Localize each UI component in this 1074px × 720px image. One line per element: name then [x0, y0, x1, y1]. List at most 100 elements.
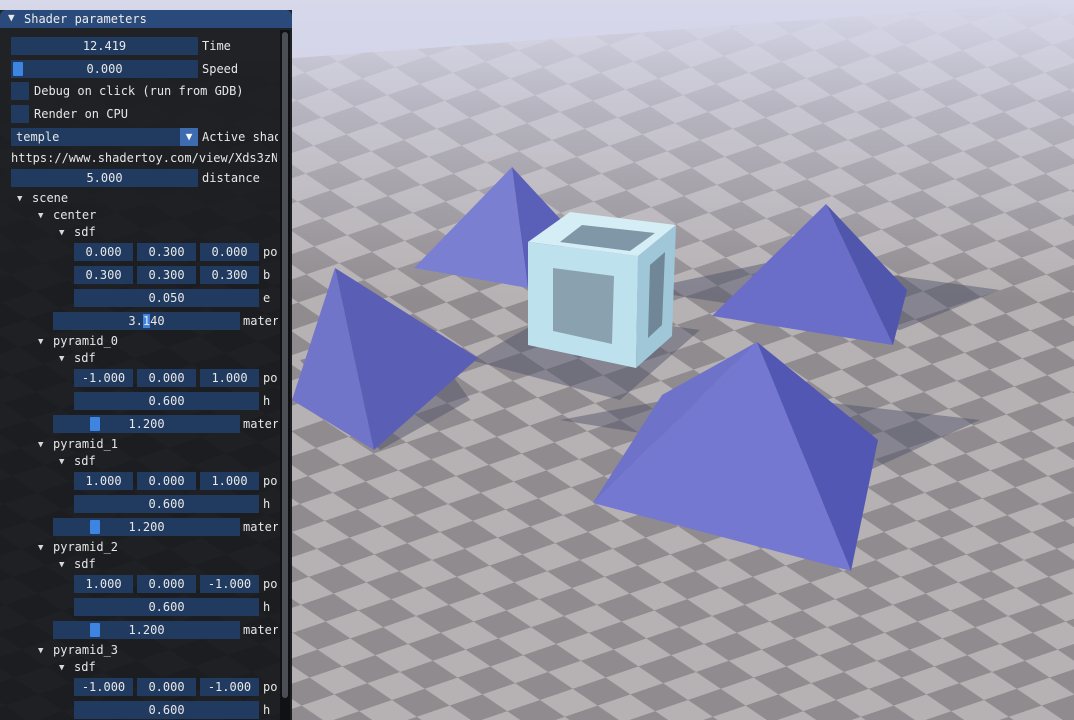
active-shader-label: Active shad [202, 130, 278, 144]
shadertoy-url: https://www.shadertoy.com/view/Xds3zN [11, 151, 277, 165]
tree-node-pyramid-3-sdf[interactable]: sdf [74, 658, 194, 676]
active-shader-value: temple [16, 130, 60, 144]
value-part: 40 [150, 314, 165, 328]
tree-node-scene[interactable]: scene [32, 189, 152, 207]
triangle-down-icon[interactable]: ▼ [59, 560, 64, 570]
value: 0.300 [148, 268, 185, 282]
tree-node-pyramid-0-sdf[interactable]: sdf [74, 349, 194, 367]
value: 0.000 [148, 371, 185, 385]
render-cpu-checkbox[interactable] [11, 105, 29, 123]
slider-grab[interactable] [89, 623, 100, 637]
speed-value: 0.000 [86, 62, 123, 76]
value: 1.200 [128, 520, 165, 534]
tree-node-pyramid-0[interactable]: pyramid_0 [53, 332, 173, 350]
time-value: 12.419 [82, 39, 127, 53]
triangle-down-icon[interactable]: ▼ [17, 194, 22, 204]
debug-label: Debug on click (run from GDB) [34, 84, 244, 98]
pyramid-1-h-field[interactable]: 0.600 [74, 495, 259, 513]
pyramid-1-pos-y[interactable]: 0.000 [137, 472, 196, 490]
center-material-input[interactable]: 3.140 [53, 312, 240, 330]
pyramid-0-pos-x[interactable]: -1.000 [74, 369, 133, 387]
dropdown-arrow-icon[interactable]: ▼ [180, 128, 198, 146]
triangle-down-icon[interactable]: ▼ [38, 543, 43, 553]
pyramid-1-h-label: h [263, 497, 271, 511]
slider-grab[interactable] [89, 417, 100, 431]
value: -1.000 [81, 680, 126, 694]
triangle-down-icon[interactable]: ▼ [59, 354, 64, 364]
value: -1.000 [207, 680, 252, 694]
tree-node-pyramid-1-sdf[interactable]: sdf [74, 452, 194, 470]
value: -1.000 [207, 577, 252, 591]
pyramid-2-h-label: h [263, 600, 271, 614]
value: 0.600 [148, 703, 185, 717]
pyramid-0-pos-y[interactable]: 0.000 [137, 369, 196, 387]
time-slider[interactable]: 12.419 [11, 37, 198, 55]
window-title: Shader parameters [24, 12, 147, 26]
distance-label: distance [202, 171, 260, 185]
center-pos-y[interactable]: 0.300 [137, 243, 196, 261]
value-part: 3. [128, 314, 143, 328]
triangle-down-icon[interactable]: ▼ [59, 663, 64, 673]
render-cpu-label: Render on CPU [34, 107, 128, 121]
triangle-down-icon[interactable]: ▼ [59, 228, 64, 238]
center-pos-x[interactable]: 0.000 [74, 243, 133, 261]
pyramid-3-pos-x[interactable]: -1.000 [74, 678, 133, 696]
center-material-label: mater [243, 314, 278, 328]
pyramid-1-pos-x[interactable]: 1.000 [74, 472, 133, 490]
value: 1.000 [85, 577, 122, 591]
scrollbar-thumb[interactable] [282, 32, 288, 698]
speed-slider-grab[interactable] [13, 62, 23, 76]
debug-checkbox[interactable] [11, 82, 29, 100]
pyramid-0-h-field[interactable]: 0.600 [74, 392, 259, 410]
triangle-down-icon[interactable]: ▼ [38, 440, 43, 450]
value: 0.000 [148, 680, 185, 694]
triangle-down-icon[interactable]: ▼ [38, 646, 43, 656]
window-titlebar[interactable]: ▼ Shader parameters [0, 10, 292, 28]
shader-parameters-window[interactable]: ▼ Shader parameters 12.419 Time 0.000 Sp… [0, 10, 292, 720]
center-b-y[interactable]: 0.300 [137, 266, 196, 284]
pyramid-3-h-field[interactable]: 0.600 [74, 701, 259, 719]
center-pos-z[interactable]: 0.000 [200, 243, 259, 261]
pyramid-2-pos-z[interactable]: -1.000 [200, 575, 259, 593]
center-pos-label: po [263, 245, 278, 259]
pyramid-2-material-slider[interactable]: 1.200 [53, 621, 240, 639]
slider-grab[interactable] [89, 520, 100, 534]
speed-slider[interactable]: 0.000 [11, 60, 198, 78]
pyramid-0-material-label: mater [243, 417, 278, 431]
value: 0.600 [148, 394, 185, 408]
pyramid-2-pos-y[interactable]: 0.000 [137, 575, 196, 593]
triangle-down-icon[interactable]: ▼ [59, 457, 64, 467]
value: 0.000 [211, 245, 248, 259]
active-shader-combo[interactable]: temple ▼ [11, 128, 198, 146]
value: 0.600 [148, 497, 185, 511]
pyramid-2-h-field[interactable]: 0.600 [74, 598, 259, 616]
time-label: Time [202, 39, 231, 53]
pyramid-0-pos-label: po [263, 371, 278, 385]
distance-slider[interactable]: 5.000 [11, 169, 198, 187]
pyramid-3-pos-z[interactable]: -1.000 [200, 678, 259, 696]
pyramid-3-h-label: h [263, 703, 271, 717]
tree-node-pyramid-1[interactable]: pyramid_1 [53, 435, 173, 453]
tree-node-center-sdf[interactable]: sdf [74, 223, 194, 241]
tree-node-pyramid-2-sdf[interactable]: sdf [74, 555, 194, 573]
tree-node-center[interactable]: center [53, 206, 173, 224]
value: -1.000 [81, 371, 126, 385]
center-b-z[interactable]: 0.300 [200, 266, 259, 284]
center-b-x[interactable]: 0.300 [74, 266, 133, 284]
triangle-down-icon[interactable]: ▼ [38, 337, 43, 347]
pyramid-1-pos-z[interactable]: 1.000 [200, 472, 259, 490]
pyramid-3-pos-y[interactable]: 0.000 [137, 678, 196, 696]
pyramid-2-pos-x[interactable]: 1.000 [74, 575, 133, 593]
tree-node-pyramid-3[interactable]: pyramid_3 [53, 641, 173, 659]
value: 0.300 [85, 268, 122, 282]
distance-value: 5.000 [86, 171, 123, 185]
pyramid-0-material-slider[interactable]: 1.200 [53, 415, 240, 433]
pyramid-1-material-slider[interactable]: 1.200 [53, 518, 240, 536]
center-e-field[interactable]: 0.050 [74, 289, 259, 307]
pyramid-2-material-label: mater [243, 623, 278, 637]
triangle-down-icon[interactable]: ▼ [38, 211, 43, 221]
triangle-down-icon[interactable]: ▼ [8, 11, 15, 24]
pyramid-0-pos-z[interactable]: 1.000 [200, 369, 259, 387]
pyramid-1-material-label: mater [243, 520, 278, 534]
tree-node-pyramid-2[interactable]: pyramid_2 [53, 538, 173, 556]
